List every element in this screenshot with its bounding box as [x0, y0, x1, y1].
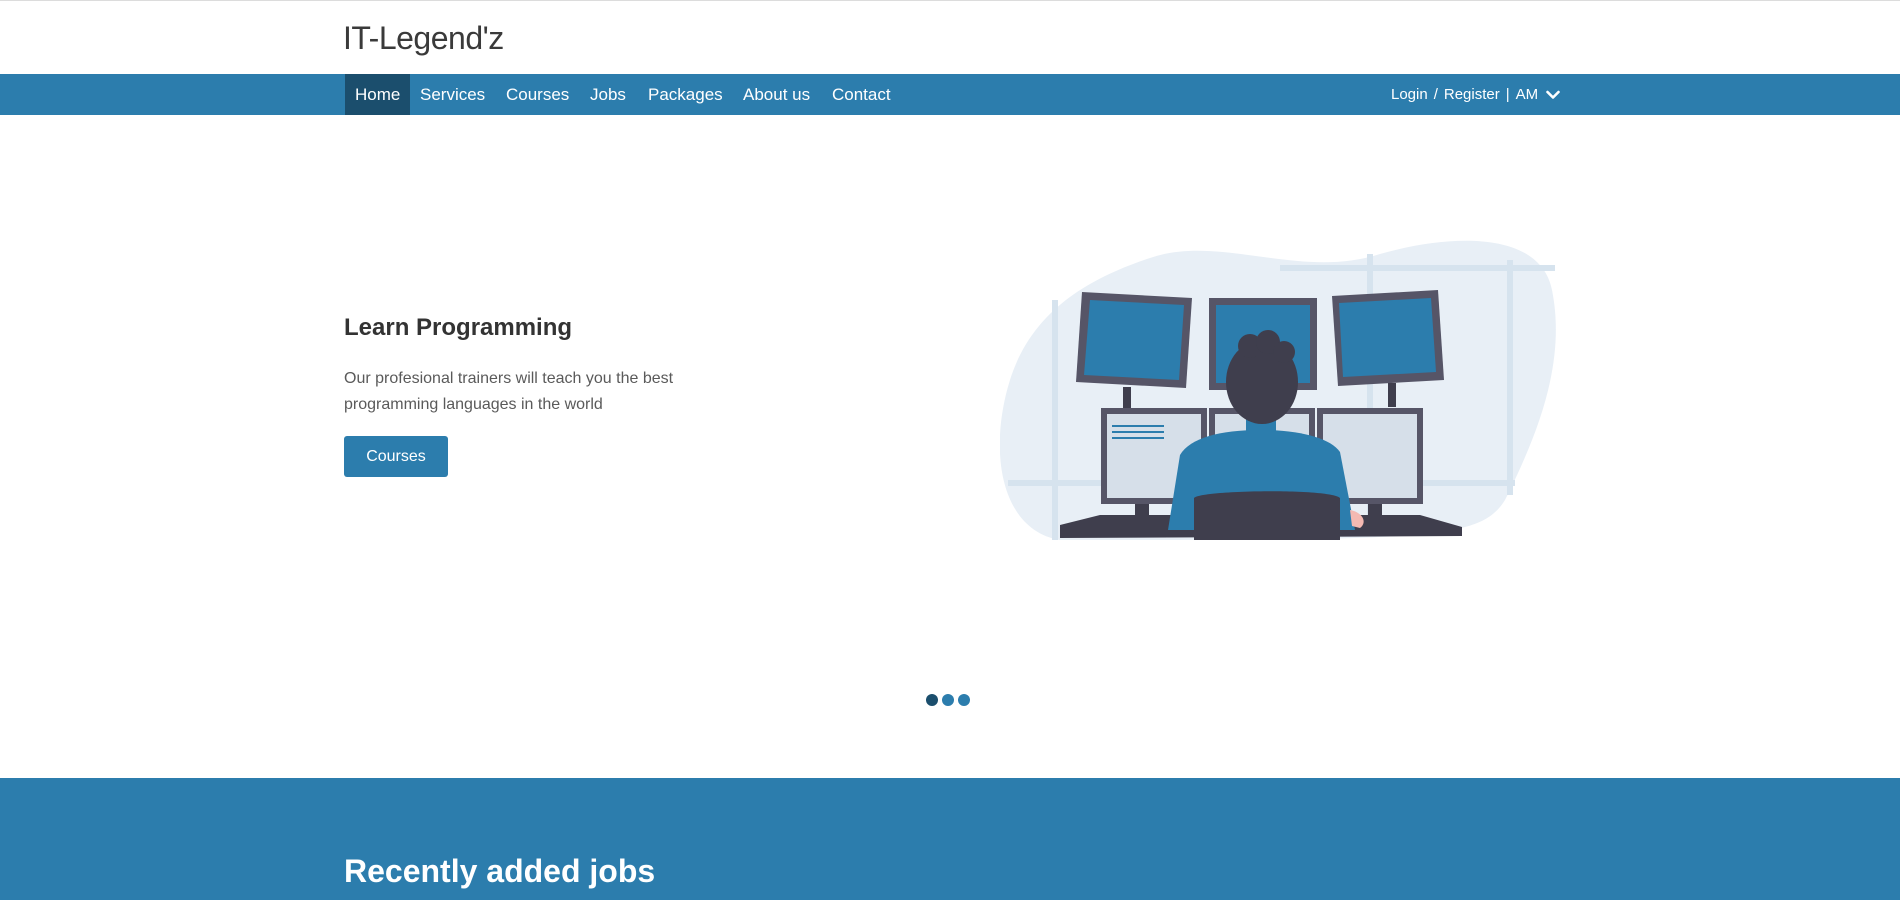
hero-subtitle: Our profesional trainers will teach you … [344, 370, 674, 413]
carousel-dot-1[interactable] [926, 694, 938, 706]
logo-bar: IT-Legend'z [0, 1, 1900, 74]
logo-text: IT-Legend'z [343, 20, 504, 56]
hero-courses-button[interactable]: Courses [344, 436, 448, 477]
carousel-dot-3[interactable] [958, 694, 970, 706]
carousel-dot-2[interactable] [942, 694, 954, 706]
nav-contact[interactable]: Contact [822, 74, 901, 115]
main-navigation: Home Services Courses Jobs Packages Abou… [0, 74, 1900, 115]
register-link[interactable]: Register [1444, 74, 1500, 115]
account-menu: Login / Register | AM [1391, 74, 1560, 115]
login-register-separator: / [1433, 86, 1438, 103]
hero-title: Learn Programming [344, 314, 573, 341]
nav-about-us[interactable]: About us [733, 74, 820, 115]
nav-services[interactable]: Services [410, 74, 495, 115]
language-pipe: | [1505, 86, 1510, 103]
nav-jobs[interactable]: Jobs [580, 74, 636, 115]
nav-packages[interactable]: Packages [638, 74, 733, 115]
recent-jobs-title: Recently added jobs [344, 853, 656, 889]
carousel-indicators [926, 694, 970, 706]
login-link[interactable]: Login [1391, 74, 1428, 115]
nav-home[interactable]: Home [345, 74, 411, 115]
man-at-monitors-illustration [1000, 240, 1556, 540]
recent-jobs-section: Recently added jobs [0, 778, 1900, 900]
nav-courses[interactable]: Courses [496, 74, 579, 115]
chevron-down-icon[interactable] [1546, 90, 1560, 100]
site-logo[interactable]: IT-Legend'z [343, 18, 504, 58]
language-selector[interactable]: AM [1516, 74, 1539, 115]
